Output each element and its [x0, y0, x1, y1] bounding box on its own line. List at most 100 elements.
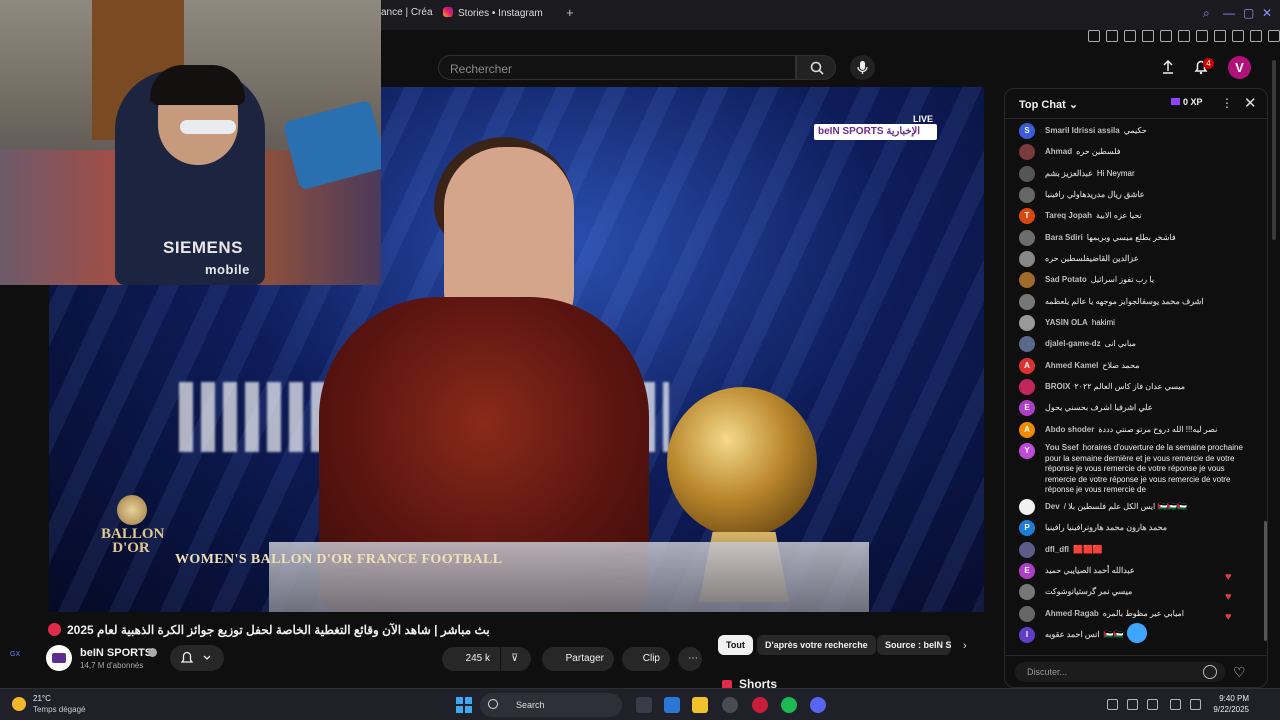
chat-author-avatar[interactable]	[1019, 499, 1035, 515]
translate-icon[interactable]	[1142, 30, 1154, 42]
chat-author-avatar[interactable]: Y	[1019, 443, 1035, 460]
page-scrollbar[interactable]	[1272, 60, 1276, 240]
download-icon[interactable]	[1250, 30, 1262, 42]
chat-author-avatar[interactable]	[1019, 541, 1035, 558]
browser-tab-instagram[interactable]: Stories • Instagram	[443, 7, 543, 19]
chat-author-name[interactable]: YASIN OLA	[1045, 318, 1088, 327]
chat-author-avatar[interactable]	[1019, 336, 1035, 353]
chat-author-name[interactable]: Sad Potato	[1045, 275, 1087, 284]
chat-author-name[interactable]: عزالدين القاضي	[1090, 254, 1139, 263]
new-tab-button[interactable]: +	[566, 5, 574, 20]
extensions-icon[interactable]	[1196, 30, 1208, 42]
chat-message[interactable]: Y You Ssef horaires d'ouverture de la sema…	[1005, 443, 1261, 496]
chat-author-avatar[interactable]	[1019, 251, 1035, 268]
microphone-tray-icon[interactable]	[1170, 699, 1181, 710]
chat-author-name[interactable]: Ahmed Ragab	[1045, 609, 1099, 618]
chat-message[interactable]: عزالدين القاضيفلسطين حره	[1005, 251, 1261, 269]
chat-author-avatar[interactable]: I	[1019, 627, 1035, 644]
chat-author-avatar[interactable]: E	[1019, 400, 1035, 417]
store-icon[interactable]	[664, 697, 680, 713]
chatgpt-icon[interactable]	[722, 697, 738, 713]
chip-tout[interactable]: Tout	[718, 635, 753, 655]
weather-moon-icon[interactable]	[12, 697, 26, 711]
profile-icon[interactable]	[1232, 30, 1244, 42]
chat-mode-dropdown[interactable]: Top Chat ⌄	[1019, 98, 1078, 111]
voice-search-button[interactable]	[850, 55, 875, 80]
scroll-to-bottom-button[interactable]	[1127, 623, 1147, 643]
chat-message[interactable]: اشرف محمد يوسفالجوايز موجهه يا عالم يلعظ…	[1005, 293, 1261, 312]
screenshot-icon[interactable]	[1106, 30, 1118, 42]
chat-message[interactable]: Ahmad فلسطين حره	[1005, 144, 1261, 162]
clip-button[interactable]: Clip	[622, 647, 670, 671]
chat-input[interactable]: Discuter...	[1015, 662, 1225, 682]
chat-author-name[interactable]: عاشق ريال مدريد	[1086, 190, 1144, 199]
upload-icon[interactable]	[1159, 58, 1177, 76]
chat-author-name[interactable]: You Ssef	[1045, 443, 1079, 452]
chat-author-name[interactable]: Bara Sdiri	[1045, 233, 1083, 242]
chat-message[interactable]: ميسي نمر گرستيانوشوكت	[1005, 584, 1261, 602]
spotify-icon[interactable]	[781, 697, 797, 713]
subscription-bell-button[interactable]	[170, 645, 224, 671]
chat-author-name[interactable]: عبدالعزيز بشم	[1045, 169, 1093, 178]
wallet-icon[interactable]	[1214, 30, 1226, 42]
chip-recherche[interactable]: D'après votre recherche	[757, 635, 876, 655]
chat-author-name[interactable]: Tareq Jopah	[1045, 211, 1092, 220]
chat-author-avatar[interactable]	[1019, 293, 1035, 310]
clock-date[interactable]: 9/22/2025	[1200, 705, 1249, 714]
taskbar-search[interactable]: Search	[480, 693, 622, 717]
shield-icon[interactable]	[1124, 30, 1136, 42]
chat-author-name[interactable]: BROIX	[1045, 382, 1070, 391]
chat-message[interactable]: djalel-game-dz مبابي انى	[1005, 336, 1261, 354]
chat-author-name[interactable]: اشرف محمد يوسف	[1142, 297, 1203, 306]
menu-icon[interactable]	[1268, 30, 1280, 42]
chat-author-avatar[interactable]: P	[1019, 520, 1035, 537]
browser-tab[interactable]: ance | Créa	[381, 7, 433, 18]
chat-author-name[interactable]: Abdo shoder	[1045, 425, 1094, 434]
chat-author-avatar[interactable]: S	[1019, 123, 1035, 139]
chat-author-avatar[interactable]	[1019, 315, 1035, 332]
opera-icon[interactable]	[752, 697, 768, 713]
channel-name[interactable]: beIN SPORTS	[80, 647, 152, 659]
chat-message[interactable]: E علي اشرفيا اشرف بحسني يحول	[1005, 400, 1261, 418]
minimize-icon[interactable]: —	[1223, 6, 1235, 20]
chat-message[interactable]: Dev / ايس الكل علم فلسطين بلا 🇵🇸🇵🇸🇵🇸	[1005, 499, 1261, 517]
chat-author-name[interactable]: ميسي نمر گرستيانو	[1068, 587, 1133, 596]
chat-message[interactable]: A Ahmed Kamel محمد صلاح	[1005, 357, 1261, 376]
tray-keyboard-icon[interactable]	[1147, 699, 1158, 710]
file-explorer-icon[interactable]	[692, 697, 708, 713]
chat-message[interactable]: Bara Sdiri فاشخر بطلع ميسي وبريمها	[1005, 229, 1261, 248]
dislike-button[interactable]: ⊽	[501, 647, 531, 671]
chat-author-avatar[interactable]	[1019, 144, 1035, 161]
chat-message[interactable]: A Abdo shoder نصر ليه!!! الله دروح مرتو صن…	[1005, 421, 1261, 440]
task-view-icon[interactable]	[636, 697, 652, 713]
windows-start-icon[interactable]	[456, 697, 472, 713]
chat-message[interactable]: BROIX ميسي عدان فاز كاس العالم ٢٠٢٢	[1005, 379, 1261, 397]
chevron-right-icon[interactable]: ›	[963, 640, 967, 652]
chat-author-avatar[interactable]	[1019, 584, 1035, 601]
chat-author-avatar[interactable]	[1019, 187, 1035, 204]
play-icon[interactable]	[1160, 30, 1172, 42]
clock-time[interactable]: 9:40 PM	[1213, 694, 1249, 703]
chat-message[interactable]: T Tareq Jopah تحيا عزه الابية	[1005, 208, 1261, 226]
search-button[interactable]	[796, 55, 836, 80]
chat-author-avatar[interactable]	[1019, 379, 1035, 396]
chat-message[interactable]: عبدالعزيز بشم Hi Neymar	[1005, 165, 1261, 184]
chat-author-name[interactable]: انس احمد عقوبه	[1045, 630, 1100, 639]
heart-reaction-icon[interactable]: ♡	[1233, 664, 1246, 681]
chat-message[interactable]: dfl_dfl 🟥🟥🟥	[1005, 541, 1261, 560]
chat-author-name[interactable]: Smaril Idrissi assila	[1045, 126, 1120, 135]
chat-message[interactable]: YASIN OLA hakimi	[1005, 315, 1261, 333]
channel-avatar[interactable]	[46, 645, 72, 671]
chat-author-avatar[interactable]: A	[1019, 421, 1035, 438]
chat-author-name[interactable]: علي اشرف	[1119, 403, 1152, 412]
chat-author-avatar[interactable]: A	[1019, 357, 1035, 374]
chat-author-name[interactable]: محمد هارون محمد هارون	[1087, 523, 1167, 532]
tray-app-icon[interactable]	[1127, 699, 1138, 710]
like-button[interactable]: 245 k	[442, 647, 500, 671]
chat-author-avatar[interactable]: E	[1019, 563, 1035, 580]
chat-author-name[interactable]: Dev	[1045, 502, 1060, 511]
chat-menu-icon[interactable]: ⋮	[1221, 96, 1233, 110]
chip-source[interactable]: Source : beIN S	[877, 635, 951, 655]
chat-message[interactable]: S Smaril Idrissi assila حكيمي	[1005, 123, 1261, 141]
chat-message[interactable]: Ahmed Ragab اميابي عير مظوط بالمره	[1005, 605, 1261, 624]
